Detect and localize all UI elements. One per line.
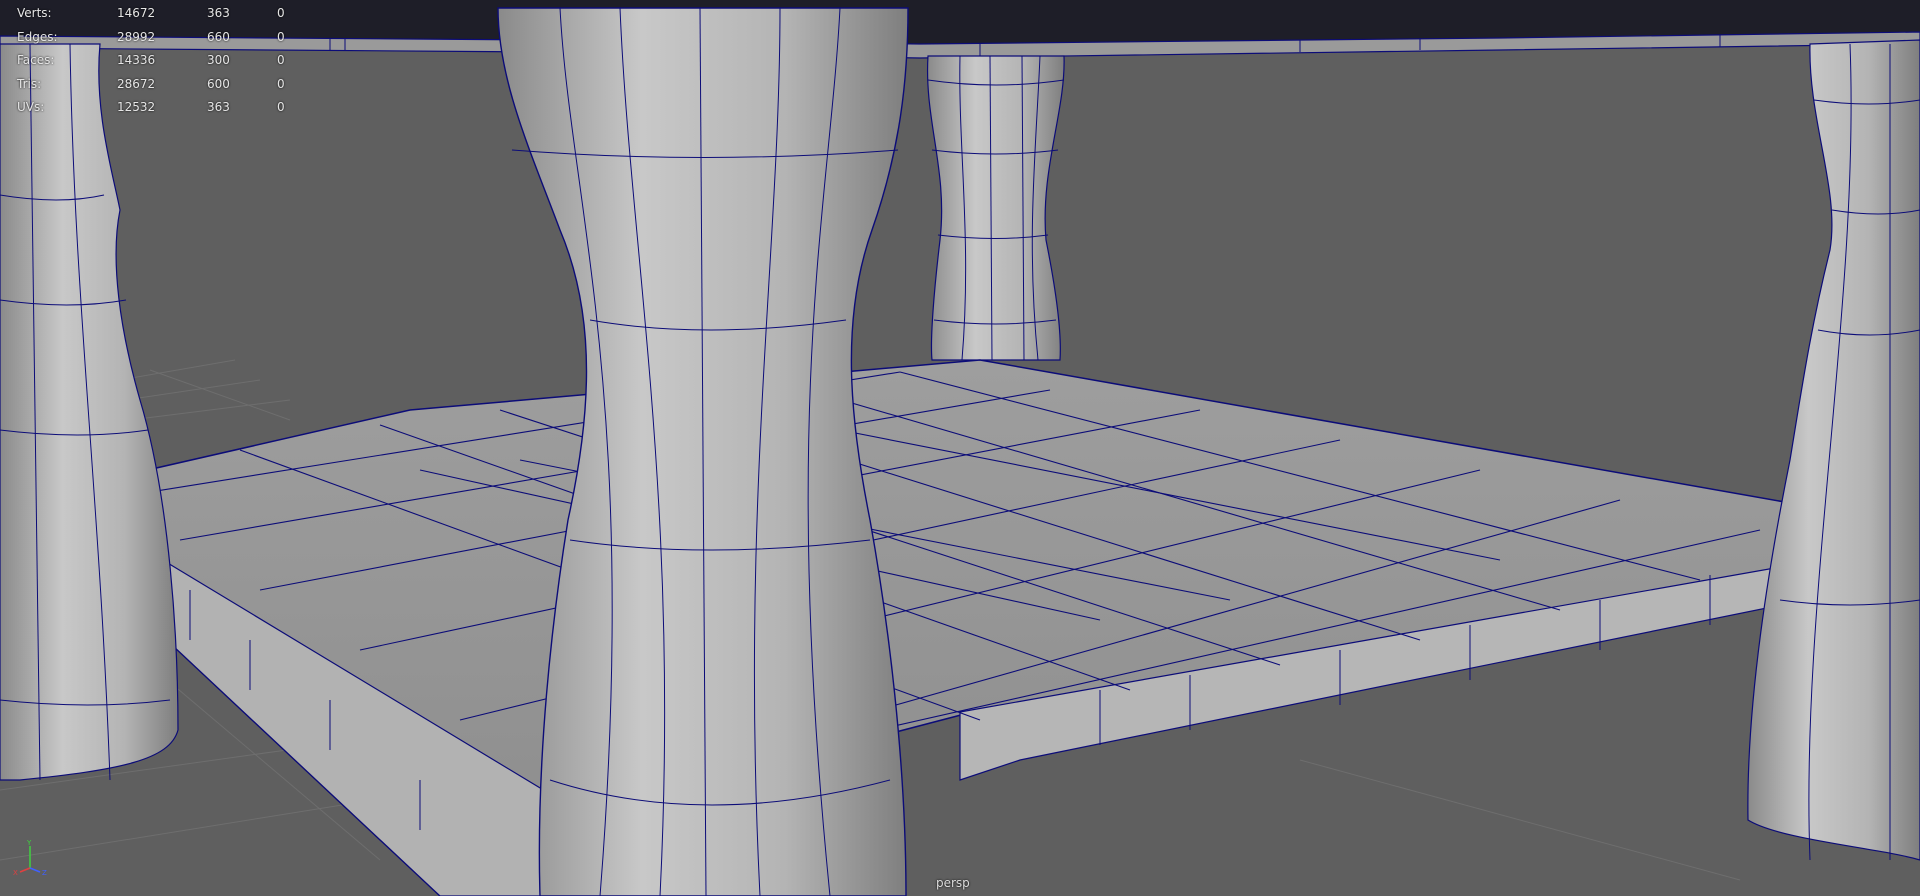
leg-right (1747, 39, 1920, 861)
3d-viewport[interactable]: Verts: 14672 363 0 Edges: 28992 660 0 Faces: 1433… (0, 0, 1920, 896)
scene-render[interactable] (0, 0, 1920, 896)
leg-back-center (926, 55, 1065, 361)
tabletop-underside (0, 0, 1920, 59)
axis-z-label: Z (42, 869, 47, 877)
camera-label: persp (936, 876, 970, 890)
axis-x-line (19, 867, 31, 873)
axis-gizmo: Y X Z (13, 839, 47, 877)
axis-z-line (29, 867, 41, 873)
shelf (59, 359, 1856, 896)
leg-left (0, 43, 179, 781)
axis-x-label: X (13, 869, 18, 877)
axis-y-label: Y (26, 839, 32, 847)
